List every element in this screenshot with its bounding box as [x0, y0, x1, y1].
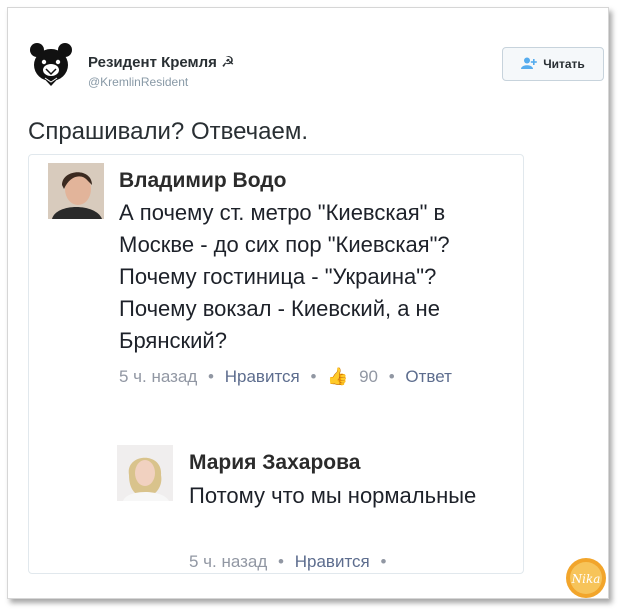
- reply-author[interactable]: Мария Захарова: [189, 451, 360, 475]
- embedded-screenshot: Владимир Водо А почему ст. метро "Киевск…: [28, 154, 524, 574]
- commenter-avatar[interactable]: [48, 163, 104, 219]
- reply-link[interactable]: Ответ: [405, 367, 452, 386]
- reply-text: Потому что мы нормальные: [189, 483, 477, 508]
- separator-dot: •: [380, 552, 387, 571]
- reply-author-avatar[interactable]: [117, 445, 173, 501]
- separator-dot: •: [388, 367, 395, 386]
- separator-dot: •: [310, 367, 317, 386]
- like-count: 90: [359, 367, 378, 386]
- svg-text:Nika: Nika: [571, 572, 601, 586]
- comment-author[interactable]: Владимир Водо: [119, 169, 286, 193]
- thumbs-up-icon: 👍: [327, 367, 349, 386]
- tweet-text: Спрашивали? Отвечаем.: [28, 118, 308, 145]
- reply-meta: 5 ч. назад • Нравится •: [189, 552, 392, 572]
- comment-meta: 5 ч. назад • Нравится • 👍 90 • Ответ: [119, 365, 514, 389]
- comment-time[interactable]: 5 ч. назад: [119, 367, 197, 386]
- follow-button[interactable]: Читать: [502, 47, 604, 81]
- nika-logo: Nika: [564, 556, 608, 600]
- author-handle[interactable]: @KremlinResident: [88, 75, 188, 89]
- comment-text: А почему ст. метро "Киевская" в Москве -…: [119, 200, 450, 353]
- reply-time[interactable]: 5 ч. назад: [189, 552, 267, 571]
- reply-like-link[interactable]: Нравится: [295, 552, 370, 571]
- separator-dot: •: [278, 552, 284, 571]
- like-link[interactable]: Нравится: [225, 367, 300, 386]
- follow-label: Читать: [543, 57, 585, 71]
- add-user-icon: [521, 57, 537, 72]
- separator-dot: •: [208, 367, 214, 386]
- author-name[interactable]: Резидент Кремля ☭: [88, 53, 235, 71]
- bear-avatar[interactable]: [28, 42, 74, 88]
- tweet-card: Резидент Кремля ☭ @KremlinResident Читат…: [7, 7, 609, 599]
